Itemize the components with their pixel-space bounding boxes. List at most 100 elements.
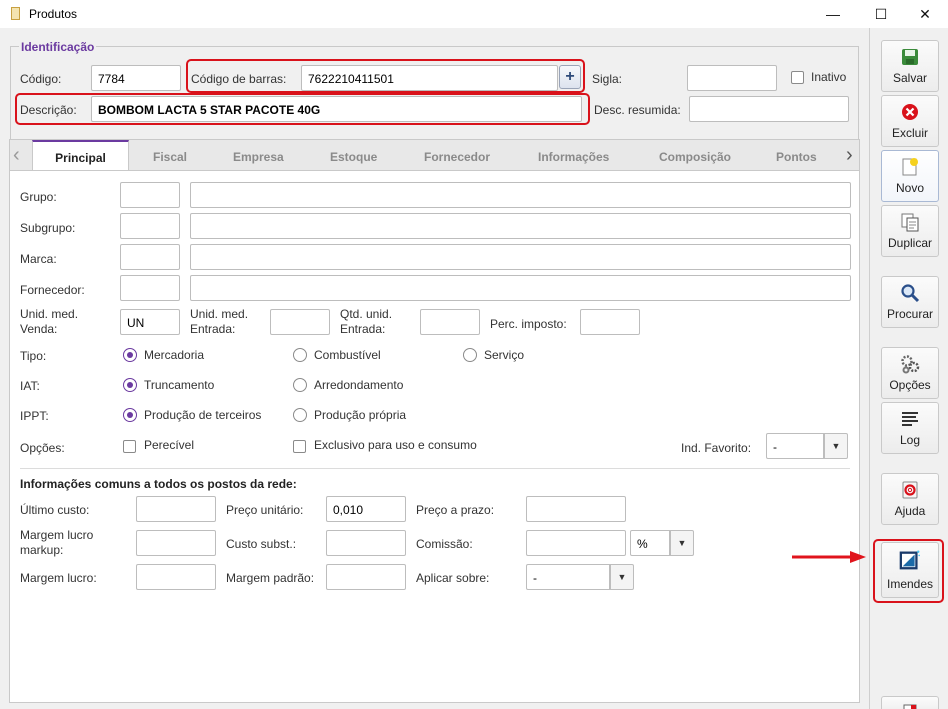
log-icon bbox=[899, 408, 921, 430]
unid-entrada-input[interactable] bbox=[270, 309, 330, 335]
opcoes-label: Opções: bbox=[20, 441, 65, 455]
perecivel-checkbox[interactable] bbox=[123, 440, 136, 453]
identificacao-legend: Identificação bbox=[19, 40, 97, 54]
comissao-input[interactable] bbox=[526, 530, 626, 556]
opcoes-button-label: Opções bbox=[889, 378, 931, 392]
ippt-terceiros-radio[interactable] bbox=[123, 408, 137, 422]
window-title: Produtos bbox=[29, 7, 78, 21]
ultimo-custo-input[interactable] bbox=[136, 496, 216, 522]
preco-prazo-label: Preço a prazo: bbox=[416, 503, 495, 517]
marca-desc-input[interactable] bbox=[190, 244, 851, 270]
perecivel-label: Perecível bbox=[144, 438, 195, 452]
excluir-label: Excluir bbox=[891, 126, 928, 140]
iat-arredondamento-radio[interactable] bbox=[293, 378, 307, 392]
tipo-mercadoria-label: Mercadoria bbox=[144, 348, 205, 362]
marca-code-input[interactable] bbox=[120, 244, 180, 270]
minimize-button[interactable]: — bbox=[810, 0, 856, 28]
exclusivo-label: Exclusivo para uso e consumo bbox=[314, 438, 477, 452]
ippt-propria-radio[interactable] bbox=[293, 408, 307, 422]
subgrupo-code-input[interactable] bbox=[120, 213, 180, 239]
log-button[interactable]: Log bbox=[881, 402, 939, 454]
tipo-servico-radio[interactable] bbox=[463, 348, 477, 362]
delete-icon bbox=[899, 101, 921, 123]
tipo-combustivel-radio[interactable] bbox=[293, 348, 307, 362]
preco-unitario-input[interactable]: 0,010 bbox=[326, 496, 406, 522]
tab-estoque[interactable]: Estoque bbox=[330, 140, 377, 171]
ippt-terceiros-label: Produção de terceiros bbox=[144, 408, 262, 422]
rede-section-title: Informações comuns a todos os postos da … bbox=[20, 477, 297, 491]
margem-padrao-input[interactable] bbox=[326, 564, 406, 590]
codigo-input[interactable]: 7784 bbox=[91, 65, 181, 91]
perc-imposto-label: Perc. imposto: bbox=[490, 317, 567, 331]
ippt-propria-label: Produção própria bbox=[314, 408, 407, 422]
comissao-unit-select[interactable]: % bbox=[630, 530, 670, 556]
aplicar-dropdown-icon[interactable]: ▼ bbox=[610, 564, 634, 590]
grupo-code-input[interactable] bbox=[120, 182, 180, 208]
log-label: Log bbox=[899, 433, 921, 447]
unid-venda-input[interactable]: UN bbox=[120, 309, 180, 335]
novo-button[interactable]: Novo bbox=[881, 150, 939, 202]
fornecedor-label: Fornecedor: bbox=[20, 283, 85, 297]
action-sidebar: Salvar Excluir Novo Duplicar Procurar Op… bbox=[869, 28, 948, 709]
ippt-label: IPPT: bbox=[20, 409, 49, 423]
tab-principal[interactable]: Principal bbox=[32, 140, 129, 172]
ajuda-button[interactable]: Ajuda bbox=[881, 473, 939, 525]
tab-informacoes[interactable]: Informações bbox=[538, 140, 609, 171]
comissao-dropdown-icon[interactable]: ▼ bbox=[670, 530, 694, 556]
tab-scroll-right-icon[interactable]: › bbox=[846, 144, 853, 167]
favorito-select[interactable]: - bbox=[766, 433, 824, 459]
tab-content-principal: Grupo: Subgrupo: Marca: Fornecedor: Unid… bbox=[9, 170, 860, 703]
barcode-input[interactable]: 7622210411501 bbox=[301, 65, 558, 91]
tab-fornecedor[interactable]: Fornecedor bbox=[424, 140, 490, 171]
save-icon bbox=[899, 46, 921, 68]
subgrupo-desc-input[interactable] bbox=[190, 213, 851, 239]
procurar-button[interactable]: Procurar bbox=[881, 276, 939, 328]
duplicar-button[interactable]: Duplicar bbox=[881, 205, 939, 257]
ajuda-label: Ajuda bbox=[894, 504, 926, 518]
fornecedor-desc-input[interactable] bbox=[190, 275, 851, 301]
desc-resumida-input[interactable] bbox=[689, 96, 849, 122]
more-button[interactable] bbox=[881, 696, 939, 709]
perc-imposto-input[interactable] bbox=[580, 309, 640, 335]
iat-arredondamento-label: Arredondamento bbox=[314, 378, 404, 392]
descricao-label: Descrição: bbox=[20, 103, 77, 117]
inativo-checkbox[interactable] bbox=[791, 71, 804, 84]
aplicar-sobre-select[interactable]: - bbox=[526, 564, 610, 590]
preco-prazo-input[interactable] bbox=[526, 496, 626, 522]
barcode-label: Código de barras: bbox=[191, 72, 287, 86]
margem-lucro-input[interactable] bbox=[136, 564, 216, 590]
maximize-button[interactable]: ☐ bbox=[858, 0, 904, 28]
salvar-button[interactable]: Salvar bbox=[881, 40, 939, 92]
imendes-highlight bbox=[873, 539, 944, 603]
tab-fiscal[interactable]: Fiscal bbox=[153, 140, 187, 171]
fornecedor-code-input[interactable] bbox=[120, 275, 180, 301]
duplicate-icon bbox=[899, 211, 921, 233]
aplicar-sobre-label: Aplicar sobre: bbox=[416, 571, 490, 585]
unid-venda-label: Unid. med. Venda: bbox=[20, 307, 79, 336]
tipo-servico-label: Serviço bbox=[484, 348, 525, 362]
qtd-entrada-label: Qtd. unid. Entrada: bbox=[340, 307, 393, 336]
add-barcode-button[interactable]: + bbox=[559, 65, 581, 89]
iat-truncamento-radio[interactable] bbox=[123, 378, 137, 392]
title-bar: Produtos — ☐ ✕ bbox=[0, 0, 948, 28]
preco-unitario-label: Preço unitário: bbox=[226, 503, 304, 517]
custo-subst-label: Custo subst.: bbox=[226, 537, 297, 551]
margem-markup-input[interactable] bbox=[136, 530, 216, 556]
descricao-input[interactable]: BOMBOM LACTA 5 STAR PACOTE 40G bbox=[91, 96, 582, 122]
custo-subst-input[interactable] bbox=[326, 530, 406, 556]
qtd-entrada-input[interactable] bbox=[420, 309, 480, 335]
tab-pontos[interactable]: Pontos bbox=[776, 140, 817, 171]
opcoes-button[interactable]: Opções bbox=[881, 347, 939, 399]
tipo-mercadoria-radio[interactable] bbox=[123, 348, 137, 362]
close-button[interactable]: ✕ bbox=[902, 0, 948, 28]
excluir-button[interactable]: Excluir bbox=[881, 95, 939, 147]
marca-label: Marca: bbox=[20, 252, 57, 266]
exclusivo-checkbox[interactable] bbox=[293, 440, 306, 453]
favorito-dropdown-icon[interactable]: ▼ bbox=[824, 433, 848, 459]
sigla-input[interactable] bbox=[687, 65, 777, 91]
iat-label: IAT: bbox=[20, 379, 40, 393]
tab-scroll-left-icon[interactable]: ‹ bbox=[13, 144, 20, 167]
tab-composicao[interactable]: Composição bbox=[659, 140, 731, 171]
tab-empresa[interactable]: Empresa bbox=[233, 140, 284, 171]
grupo-desc-input[interactable] bbox=[190, 182, 851, 208]
